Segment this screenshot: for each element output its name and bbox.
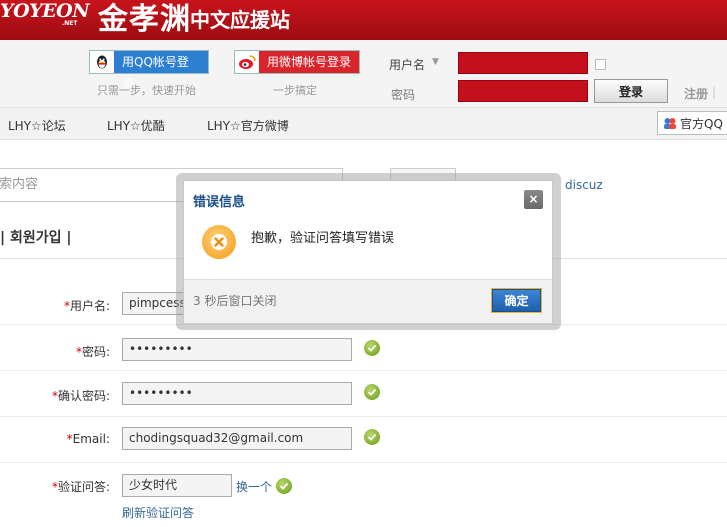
- password-field[interactable]: •••••••••: [122, 338, 352, 361]
- confirm-password-field[interactable]: •••••••••: [122, 382, 352, 405]
- field-label-password: *密码:: [75, 345, 110, 359]
- divider: [0, 370, 727, 371]
- check-icon: [276, 478, 292, 494]
- chevron-down-icon[interactable]: ▼: [432, 57, 439, 67]
- check-icon: [364, 429, 380, 445]
- login-button[interactable]: 登录: [594, 79, 668, 103]
- site-logo[interactable]: YOYEON: [0, 0, 90, 22]
- weibo-login-hint: 一步搞定: [273, 84, 317, 97]
- site-subtitle: 中文应援站: [190, 8, 290, 32]
- change-question-link[interactable]: 换一个: [236, 478, 272, 495]
- form-title: | 회원가입 |: [0, 230, 72, 246]
- hot-search-link[interactable]: discuz: [565, 178, 603, 192]
- confirm-button[interactable]: 确定: [492, 289, 541, 312]
- qq-login-button[interactable]: 用QQ帐号登录: [89, 50, 209, 91]
- site-header: YOYEON .NET 金孝渊 中文应援站: [0, 0, 727, 40]
- refresh-question-link[interactable]: 刷新验证问答: [122, 504, 194, 521]
- password-input[interactable]: [458, 80, 588, 102]
- username-input[interactable]: [458, 52, 588, 74]
- error-icon: [202, 225, 236, 259]
- remember-checkbox[interactable]: [595, 59, 606, 70]
- check-icon: [364, 340, 380, 356]
- official-qq-label: 官方QQ: [680, 116, 723, 131]
- nav-item-forum[interactable]: LHY☆论坛: [8, 117, 66, 134]
- register-link[interactable]: 注册: [684, 85, 708, 102]
- error-dialog: 错误信息 × 抱歉，验证问答填写错误 3 秒后窗口关闭 确定: [183, 180, 553, 323]
- qq-penguin-icon: [90, 51, 114, 73]
- field-label-confirm-password: *确认密码:: [51, 389, 110, 403]
- username-type-select[interactable]: 用户名: [389, 56, 425, 73]
- dialog-title: 错误信息: [193, 195, 246, 210]
- weibo-icon: [235, 51, 259, 73]
- verify-answer-field[interactable]: 少女时代: [122, 474, 232, 497]
- nav-item-youku[interactable]: LHY☆优酷: [107, 117, 165, 134]
- field-label-email: *Email:: [66, 432, 110, 446]
- password-label: 密码: [391, 88, 416, 102]
- email-field[interactable]: chodingsquad32@gmail.com: [122, 427, 352, 450]
- field-label-username: *用户名:: [63, 299, 110, 313]
- nav-item-weibo[interactable]: LHY☆官方微博: [207, 117, 289, 134]
- dialog-footer: 3 秒后窗口关闭 确定: [184, 279, 552, 323]
- nav-bar: LHY☆论坛 LHY☆优酷 LHY☆官方微博 官方QQ: [0, 108, 727, 140]
- weibo-login-label: 用微博帐号登录: [259, 51, 359, 73]
- qq-login-hint: 只需一步，快速开始: [97, 84, 196, 97]
- separator: |: [712, 85, 717, 99]
- divider: [0, 416, 727, 417]
- check-icon: [364, 384, 380, 400]
- divider: [0, 462, 727, 463]
- site-title: 金孝渊: [98, 2, 191, 37]
- qq-group-icon: [660, 113, 680, 133]
- site-logo-net: .NET: [62, 20, 78, 27]
- login-bar: 用QQ帐号登录 只需一步，快速开始 用微博帐号登录 一步搞定 用户名 ▼ 密码 …: [0, 40, 727, 108]
- close-countdown: 3 秒后窗口关闭: [193, 294, 277, 308]
- close-icon[interactable]: ×: [524, 190, 543, 209]
- error-message: 抱歉，验证问答填写错误: [251, 231, 395, 246]
- qq-login-label: 用QQ帐号登录: [114, 51, 208, 91]
- field-label-verify-answer: *验证问答:: [51, 480, 110, 494]
- official-qq-button[interactable]: 官方QQ: [657, 111, 727, 135]
- weibo-login-button[interactable]: 用微博帐号登录: [234, 50, 360, 74]
